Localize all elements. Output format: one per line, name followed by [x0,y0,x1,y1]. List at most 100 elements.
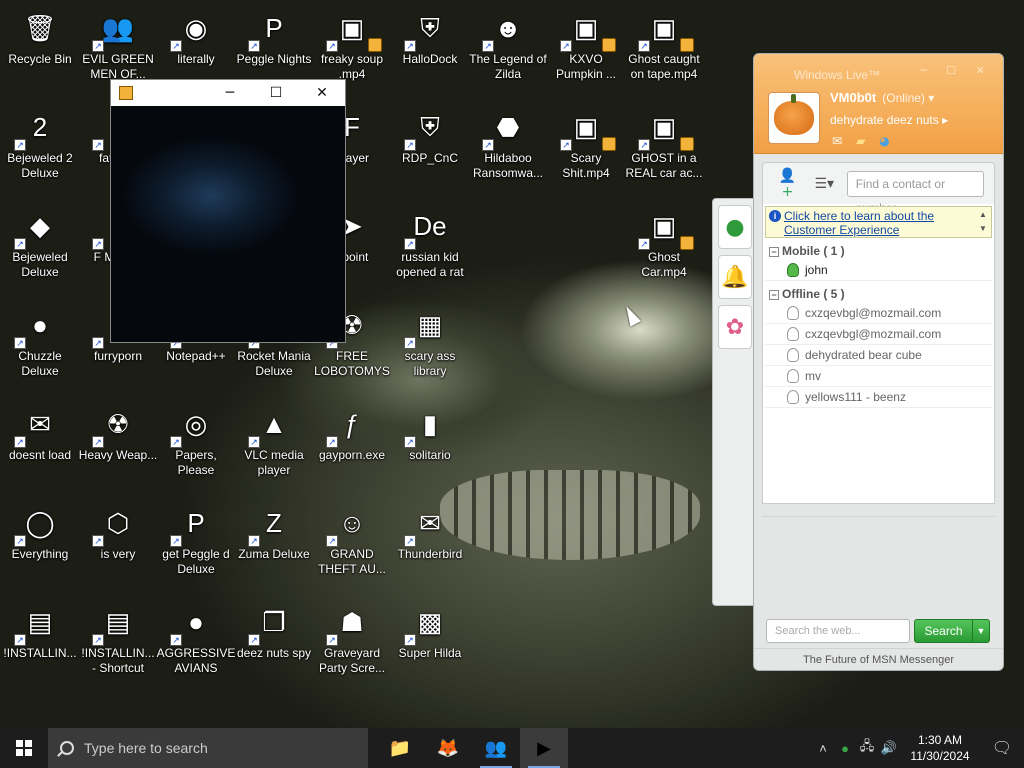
desktop-icon[interactable]: ◯ ↗ Everything [0,495,80,562]
contact-name: cxzqevbgl@mozmail.com [805,327,942,341]
desktop-icon[interactable]: ▩ ↗ Super Hilda [390,594,470,661]
folder-icon[interactable]: ▰ [856,134,865,148]
maximize-button[interactable]: ☐ [253,80,299,106]
collapse-icon[interactable]: − [769,289,779,300]
start-button[interactable] [0,728,48,768]
msn-messenger-window[interactable]: Windows Live™ ─ ☐ ✕ VM0b0t (Online) ▾ deh… [753,53,1004,671]
shortcut-arrow-icon: ↗ [638,238,650,250]
desktop-icon[interactable]: ☗ ↗ Graveyard Party Scre... [312,594,392,676]
contact-item[interactable]: john [765,260,992,281]
desktop-icon[interactable]: ▣ ↗ freaky soup .mp4 [312,0,392,82]
desktop-icon[interactable]: ⬣ ↗ Hildaboo Ransomwa... [468,99,548,181]
desktop-icon[interactable]: Z ↗ Zuma Deluxe [234,495,314,562]
find-contact-input[interactable]: Find a contact or number [846,170,984,215]
desktop-icon[interactable]: ● ↗ AGGRESSIVE AVIANS [156,594,236,676]
desktop-icon[interactable]: ▣ ↗ Ghost caught on tape.mp4 [624,0,704,82]
alerts-tab[interactable]: 🔔 [718,255,752,299]
app-icon: ▲↗ [248,402,296,448]
taskbar-search[interactable]: Type here to search [48,728,368,768]
offline-buddy-icon [787,327,799,341]
messenger-tray-icon[interactable]: ● [834,741,856,756]
desktop-icon[interactable]: ⛨ ↗ RDP_CnC [390,99,470,166]
add-contact-icon[interactable]: 👤+ [773,168,802,200]
desktop-icon[interactable]: 🗑 Recycle Bin [0,0,80,67]
contact-item[interactable]: cxzqevbgl@mozmail.com [765,303,992,324]
desktop-icon[interactable]: ◎ ↗ Papers, Please [156,396,236,478]
collapse-icon[interactable]: − [769,246,779,257]
spaces-tab[interactable]: ✿ [718,305,752,349]
chevron-up-icon[interactable]: ˄ [812,741,834,756]
contact-item[interactable]: cxzqevbgl@mozmail.com [765,324,992,345]
customer-experience-link[interactable]: Click here to learn about the Customer E… [784,209,934,237]
desktop-icon[interactable]: ▤ ↗ !INSTALLIN... - Shortcut [78,594,158,676]
video-area[interactable] [111,106,345,342]
app-glyph-icon: F [344,111,360,142]
taskbar-app[interactable]: 🦊 [424,728,472,768]
desktop-icon[interactable]: ☢ ↗ Heavy Weap... [78,396,158,463]
desktop-icon[interactable]: ▮ ↗ solitario [390,396,470,463]
desktop-icon[interactable]: ▣ ↗ Ghost Car.mp4 [624,198,704,280]
desktop-icon[interactable]: ◆ ↗ Bejeweled Deluxe [0,198,80,280]
app-glyph-icon: ▣ [339,12,365,43]
desktop-icon[interactable]: P ↗ Peggle Nights [234,0,314,67]
taskbar-app[interactable]: 👥 [472,728,520,768]
desktop-icon-label: HalloDock [402,52,458,66]
contact-name: dehydrated bear cube [805,348,922,362]
desktop-icon[interactable]: ▦ ↗ scary ass library [390,297,470,379]
avatar[interactable] [768,92,820,144]
search-dropdown-icon[interactable]: ▼ [973,620,989,642]
shortcut-arrow-icon: ↗ [170,40,182,52]
mail-icon[interactable]: ✉ [832,134,842,148]
change-view-icon[interactable]: ☰▾ [810,176,839,192]
desktop-icon-label: Chuzzle Deluxe [18,349,62,378]
desktop-icon[interactable]: ⬡ ↗ is very [78,495,158,562]
desktop-icon[interactable]: ƒ ↗ gayporn.exe [312,396,392,463]
desktop-icon[interactable]: ▤ ↗ !INSTALLIN... [0,594,80,661]
search-button[interactable]: Search ▼ [914,619,990,643]
contact-list[interactable]: i Click here to learn about the Customer… [762,204,995,504]
display-name[interactable]: VM0b0t (Online) ▾ [830,90,934,105]
close-button[interactable]: ✕ [299,80,345,106]
desktop-icon[interactable]: 👥 ↗ EVIL GREEN MEN OF... [78,0,158,82]
contact-item[interactable]: yellows111 - beenz [765,387,992,408]
info-scroll-arrows[interactable]: ▲ ▼ [977,208,989,236]
desktop-icon[interactable]: De ↗ russian kid opened a rat [390,198,470,280]
desktop-icon[interactable]: ⛨ ↗ HalloDock [390,0,470,67]
desktop-icon-label: Hildaboo Ransomwa... [472,151,544,180]
desktop-icon[interactable]: ❐ ↗ deez nuts spy [234,594,314,661]
media-player-window[interactable]: ─ ☐ ✕ [110,79,346,343]
notification-icon[interactable]: 🗨 [980,738,1024,758]
desktop-icon[interactable]: ▣ ↗ KXVO Pumpkin ... [546,0,626,82]
desktop-icon-label: Thunderbird [397,547,463,561]
desktop-icon[interactable]: ▣ ↗ Scary Shit.mp4 [546,99,626,181]
msn-window-buttons[interactable]: ─ ☐ ✕ [920,64,993,77]
desktop-icon[interactable]: ● ↗ Chuzzle Deluxe [0,297,80,379]
desktop-icon[interactable]: P ↗ get Peggle d Deluxe [156,495,236,577]
desktop-icon[interactable]: ◉ ↗ literally [156,0,236,67]
clock[interactable]: 1:30 AM 11/30/2024 [900,732,980,764]
desktop-icon[interactable]: ☻ ↗ The Legend of Zilda [468,0,548,82]
desktop-icon[interactable]: ▲ ↗ VLC media player [234,396,314,478]
contacts-tab[interactable]: ● [718,205,752,249]
contact-item[interactable]: mv [765,366,992,387]
volume-icon[interactable]: 🔊 [878,740,900,756]
network-icon[interactable]: 🖧 [856,737,878,759]
globe-icon[interactable]: ◕ [879,134,889,148]
personal-message[interactable]: dehydrate deez nuts ▸ [830,113,948,127]
minimize-button[interactable]: ─ [207,80,253,106]
desktop-icon[interactable]: 2 ↗ Bejeweled 2 Deluxe [0,99,80,181]
contact-item[interactable]: dehydrated bear cube [765,345,992,366]
web-search-input[interactable]: Search the web... [766,619,910,643]
status-selector[interactable]: (Online) ▾ [882,91,934,105]
desktop-icon[interactable]: ✉ ↗ doesnt load [0,396,80,463]
desktop-icon[interactable]: ▣ ↗ GHOST in a REAL car ac... [624,99,704,181]
desktop-icon[interactable]: ☺ ↗ GRAND THEFT AU... [312,495,392,577]
contact-group-header[interactable]: − Mobile ( 1 ) [769,244,988,258]
contact-group-header[interactable]: − Offline ( 5 ) [769,287,988,301]
desktop-icon[interactable]: ✉ ↗ Thunderbird [390,495,470,562]
shortcut-arrow-icon: ↗ [404,436,416,448]
shortcut-arrow-icon: ↗ [404,139,416,151]
taskbar-app[interactable]: 📁 [376,728,424,768]
taskbar-app[interactable]: ▶ [520,728,568,768]
media-player-titlebar[interactable]: ─ ☐ ✕ [111,80,345,106]
